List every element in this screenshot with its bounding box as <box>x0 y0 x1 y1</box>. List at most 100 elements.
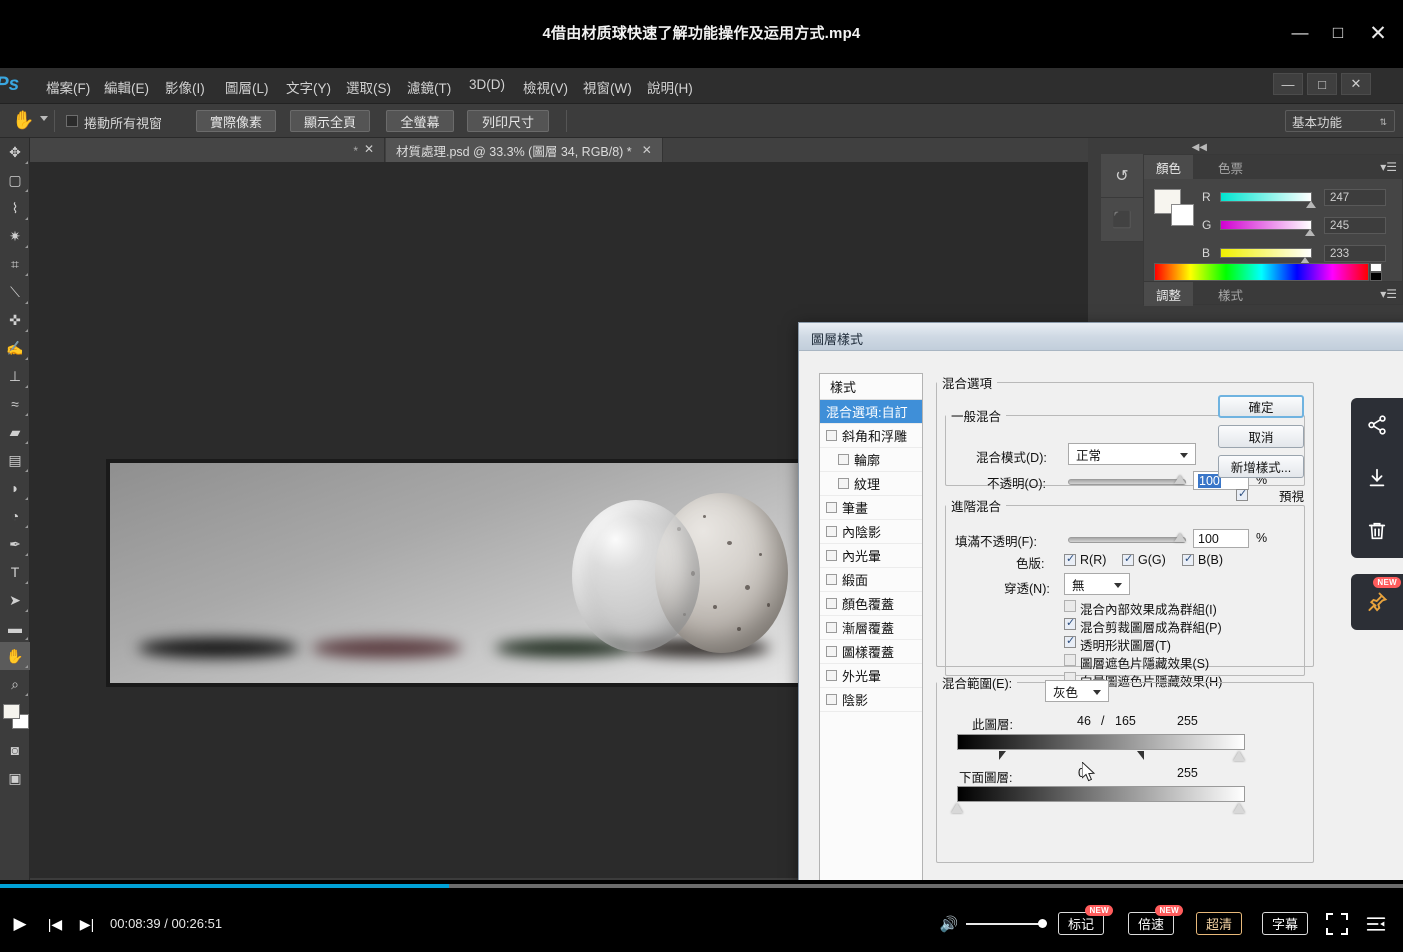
fill-opacity-slider-track[interactable] <box>1068 537 1186 543</box>
subtitle-button[interactable]: 字幕 <box>1262 912 1308 935</box>
type-tool-icon[interactable]: T <box>0 558 30 586</box>
style-row-gradient-overlay[interactable]: 漸層覆蓋 <box>820 616 922 640</box>
cancel-button[interactable]: 取消 <box>1218 425 1304 448</box>
mark-button[interactable]: 标记 NEW <box>1058 912 1104 935</box>
foreground-color-swatch[interactable] <box>3 704 20 719</box>
underlying-low-handle[interactable] <box>951 803 964 814</box>
dialog-titlebar[interactable]: 圖層樣式 <box>799 323 1403 351</box>
close-icon[interactable]: ✕ <box>642 143 652 157</box>
eyedropper-tool-icon[interactable]: ⟍ <box>0 278 30 306</box>
panel-menu-icon[interactable]: ▾☰ <box>1380 287 1397 301</box>
quality-button[interactable]: 超清 <box>1196 912 1242 935</box>
tool-preset-chevron-down-icon[interactable] <box>40 116 48 121</box>
blend-clipped-layers-checkbox[interactable] <box>1064 618 1076 630</box>
style-row-drop-shadow[interactable]: 陰影 <box>820 688 922 712</box>
brush-tool-icon[interactable]: ✍ <box>0 334 30 362</box>
blend-mode-select[interactable]: 正常 <box>1068 443 1196 465</box>
background-color-swatch[interactable] <box>1171 204 1194 226</box>
clone-stamp-tool-icon[interactable]: ⊥ <box>0 362 30 390</box>
menu-type[interactable]: 文字(Y) <box>280 76 337 98</box>
pen-tool-icon[interactable]: ✒ <box>0 530 30 558</box>
style-checkbox[interactable] <box>826 574 837 585</box>
marquee-tool-icon[interactable]: ▢ <box>0 166 30 194</box>
knockout-select[interactable]: 無 <box>1064 573 1130 595</box>
blend-interior-effects-checkbox[interactable] <box>1064 600 1076 612</box>
ps-minimize-button[interactable]: — <box>1273 73 1303 95</box>
healing-brush-tool-icon[interactable]: ✜ <box>0 306 30 334</box>
next-button[interactable]: ▶| <box>76 914 98 934</box>
channel-slider-b[interactable] <box>1220 248 1312 258</box>
workspace-selector[interactable]: 基本功能 ⇅ <box>1285 110 1395 132</box>
fit-screen-button[interactable]: 顯示全頁 <box>290 110 370 132</box>
channel-value-b[interactable]: 233 <box>1324 245 1386 262</box>
opacity-slider-track[interactable] <box>1068 479 1186 485</box>
style-row-blending-options[interactable]: 混合選項:自訂 <box>820 400 922 424</box>
menu-edit[interactable]: 編輯(E) <box>98 76 155 98</box>
opacity-slider-thumb[interactable] <box>1174 475 1186 484</box>
underlying-layer-gradient-bar[interactable] <box>957 786 1245 802</box>
scroll-all-windows-checkbox[interactable] <box>66 115 78 127</box>
playlist-icon[interactable] <box>1364 913 1388 935</box>
history-brush-tool-icon[interactable]: ≈ <box>0 390 30 418</box>
style-row-stroke[interactable]: 筆畫 <box>820 496 922 520</box>
player-minimize-button[interactable]: — <box>1283 18 1317 48</box>
new-style-button[interactable]: 新增樣式... <box>1218 455 1304 478</box>
black-swatch[interactable] <box>1370 272 1382 281</box>
eraser-tool-icon[interactable]: ▰ <box>0 418 30 446</box>
layer-mask-hides-effects-checkbox[interactable] <box>1064 654 1076 666</box>
menu-help[interactable]: 說明(H) <box>641 76 699 98</box>
magic-wand-tool-icon[interactable]: ✷ <box>0 222 30 250</box>
document-tab-active[interactable]: 材質處理.psd @ 33.3% (圖層 34, RGB/8) * ✕ <box>386 138 663 162</box>
menu-view[interactable]: 檢視(V) <box>517 76 574 98</box>
menu-layer[interactable]: 圖層(L) <box>219 76 275 98</box>
style-row-satin[interactable]: 緞面 <box>820 568 922 592</box>
style-checkbox[interactable] <box>826 694 837 705</box>
tab-styles[interactable]: 樣式 <box>1206 282 1255 306</box>
collapse-panel-icon[interactable]: ◀◀ <box>1192 142 1207 153</box>
style-row-bevel-emboss[interactable]: 斜角和浮雕 <box>820 424 922 448</box>
style-row-color-overlay[interactable]: 顏色覆蓋 <box>820 592 922 616</box>
ok-button[interactable]: 確定 <box>1218 395 1304 418</box>
speed-button[interactable]: 倍速 NEW <box>1128 912 1174 935</box>
channel-value-g[interactable]: 245 <box>1324 217 1386 234</box>
menu-window[interactable]: 視窗(W) <box>577 76 638 98</box>
zoom-tool-icon[interactable]: ⌕ <box>0 670 30 698</box>
player-close-button[interactable]: ✕ <box>1361 18 1395 48</box>
style-checkbox[interactable] <box>826 598 837 609</box>
pin-button[interactable]: NEW <box>1351 574 1403 630</box>
actual-pixels-button[interactable]: 實際像素 <box>196 110 276 132</box>
transparency-shapes-layer-checkbox[interactable] <box>1064 636 1076 648</box>
crop-tool-icon[interactable]: ⌗ <box>0 250 30 278</box>
gradient-tool-icon[interactable]: ▤ <box>0 446 30 474</box>
quick-mask-icon[interactable]: ◙ <box>0 736 30 764</box>
previous-button[interactable]: |◀ <box>44 914 66 934</box>
trash-icon[interactable] <box>1351 504 1403 557</box>
channel-thumb-g[interactable] <box>1305 229 1315 236</box>
preview-checkbox[interactable] <box>1236 489 1248 501</box>
white-swatch[interactable] <box>1370 263 1382 272</box>
screen-mode-icon[interactable]: ▣ <box>0 764 30 792</box>
channel-slider-r[interactable] <box>1220 192 1312 202</box>
path-selection-tool-icon[interactable]: ➤ <box>0 586 30 614</box>
channel-g-checkbox[interactable] <box>1122 554 1134 566</box>
style-checkbox[interactable] <box>826 502 837 513</box>
color-spectrum-ramp[interactable] <box>1154 263 1369 281</box>
style-checkbox[interactable] <box>838 478 849 489</box>
tab-color[interactable]: 顏色 <box>1144 155 1193 179</box>
menu-select[interactable]: 選取(S) <box>340 76 397 98</box>
style-checkbox[interactable] <box>838 454 849 465</box>
volume-icon[interactable]: 🔊 <box>938 913 960 935</box>
menu-file[interactable]: 檔案(F) <box>40 76 96 98</box>
tab-swatches[interactable]: 色票 <box>1206 155 1255 179</box>
move-tool-icon[interactable]: ✥ <box>0 138 30 166</box>
style-checkbox[interactable] <box>826 430 837 441</box>
fullscreen-icon[interactable] <box>1326 913 1348 935</box>
blend-if-select[interactable]: 灰色 <box>1045 680 1109 702</box>
fill-opacity-input[interactable]: 100 <box>1193 529 1249 548</box>
this-layer-high-handle[interactable] <box>1233 751 1246 762</box>
this-layer-gradient-bar[interactable] <box>957 734 1245 750</box>
fill-screen-button[interactable]: 全螢幕 <box>386 110 454 132</box>
volume-slider-thumb[interactable] <box>1038 919 1047 928</box>
download-icon[interactable] <box>1351 451 1403 504</box>
hand-tool-icon[interactable]: ✋ <box>0 642 30 670</box>
